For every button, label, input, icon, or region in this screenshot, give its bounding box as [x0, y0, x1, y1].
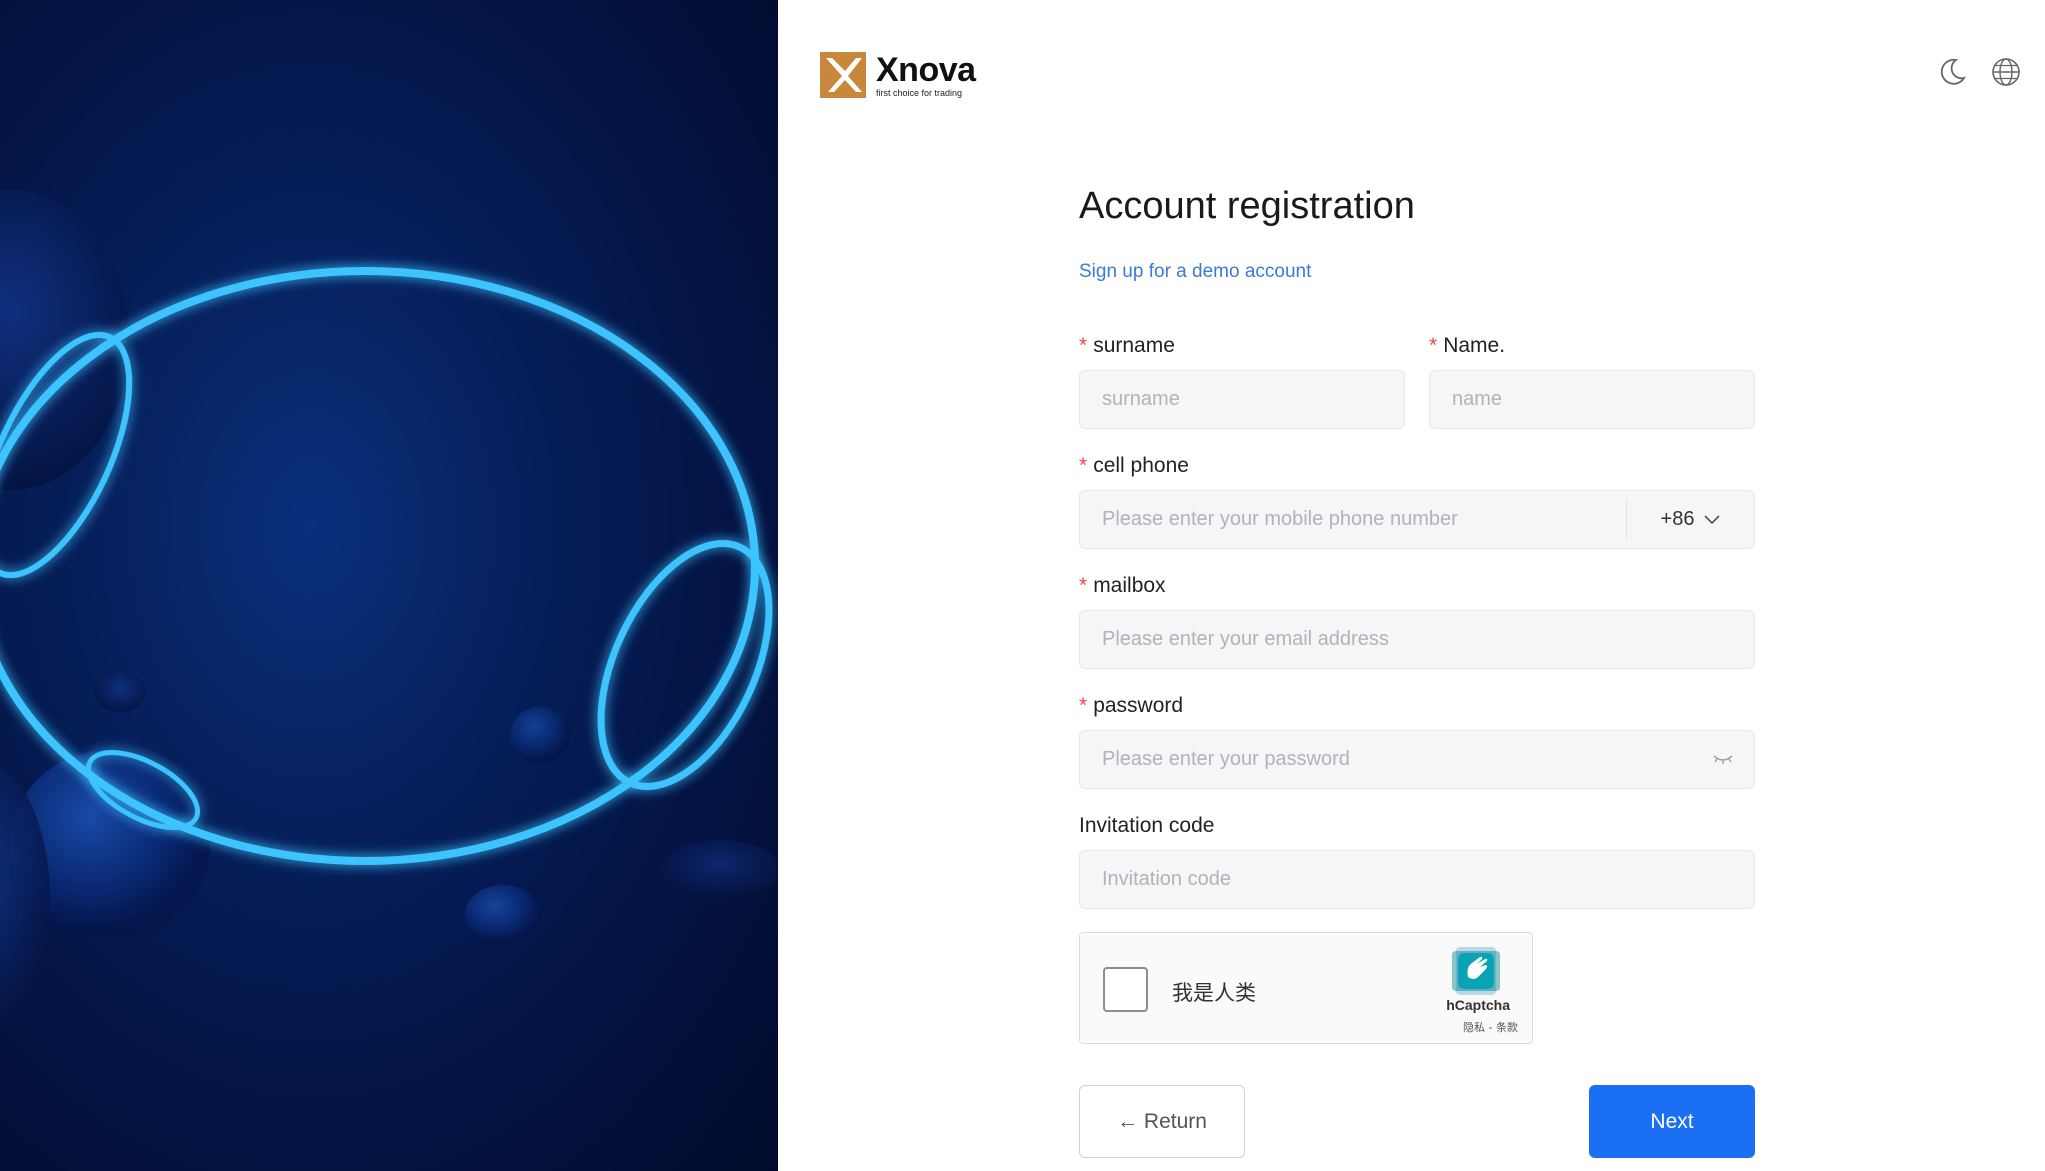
brand-name: Xnova	[876, 50, 976, 89]
name-field[interactable]	[1429, 370, 1755, 429]
hcaptcha-logo-icon	[1452, 947, 1500, 995]
phone-label: * cell phone	[1079, 454, 1189, 477]
hcaptcha-widget: 我是人类 hCaptcha 隐私 - 条款	[1079, 932, 1533, 1044]
name-label: * Name.	[1429, 334, 1506, 357]
neon-ring-artwork	[0, 190, 778, 1035]
required-mark: *	[1079, 574, 1088, 597]
mailbox-label: * mailbox	[1079, 574, 1166, 597]
invitation-label: Invitation code	[1079, 814, 1215, 837]
invitation-input[interactable]	[1102, 868, 1732, 891]
invitation-field[interactable]	[1079, 850, 1755, 909]
brand-tagline: first choice for trading	[876, 87, 963, 98]
password-input[interactable]	[1102, 748, 1694, 771]
password-label: * password	[1079, 694, 1184, 717]
country-code-value: +86	[1660, 508, 1695, 530]
mailbox-field[interactable]	[1079, 610, 1755, 669]
header-actions	[1936, 56, 2022, 88]
return-button[interactable]: ← Return	[1079, 1085, 1245, 1158]
required-mark: *	[1079, 694, 1088, 717]
password-field[interactable]	[1079, 730, 1755, 789]
country-code-select[interactable]: +86	[1626, 499, 1754, 540]
surname-label: * surname	[1079, 334, 1175, 357]
captcha-checkbox[interactable]	[1103, 967, 1148, 1012]
required-mark: *	[1079, 454, 1088, 477]
phone-field[interactable]: +86	[1079, 490, 1755, 549]
eye-closed-icon[interactable]	[1712, 751, 1734, 767]
name-input[interactable]	[1452, 388, 1732, 411]
hero-illustration	[0, 0, 778, 1171]
next-button[interactable]: Next	[1589, 1085, 1755, 1158]
required-mark: *	[1079, 334, 1088, 357]
required-mark: *	[1429, 334, 1438, 357]
demo-account-link[interactable]: Sign up for a demo account	[1079, 261, 1311, 283]
chevron-down-icon	[1704, 514, 1721, 524]
globe-icon[interactable]	[1990, 56, 2022, 88]
hcaptcha-links[interactable]: 隐私 - 条款	[1463, 1019, 1518, 1035]
surname-field[interactable]	[1079, 370, 1405, 429]
brand-logo[interactable]: Xnova first choice for trading	[820, 52, 976, 98]
moon-icon[interactable]	[1936, 56, 1968, 88]
hcaptcha-brand: hCaptcha	[1446, 997, 1510, 1013]
surname-input[interactable]	[1102, 388, 1382, 411]
registration-page: Xnova first choice for trading Account r…	[0, 0, 2045, 1171]
email-input[interactable]	[1102, 628, 1732, 651]
captcha-label: 我是人类	[1172, 981, 1256, 1005]
phone-input[interactable]	[1102, 508, 1614, 531]
xnova-logo-icon	[820, 52, 866, 98]
page-title: Account registration	[1079, 185, 1415, 227]
